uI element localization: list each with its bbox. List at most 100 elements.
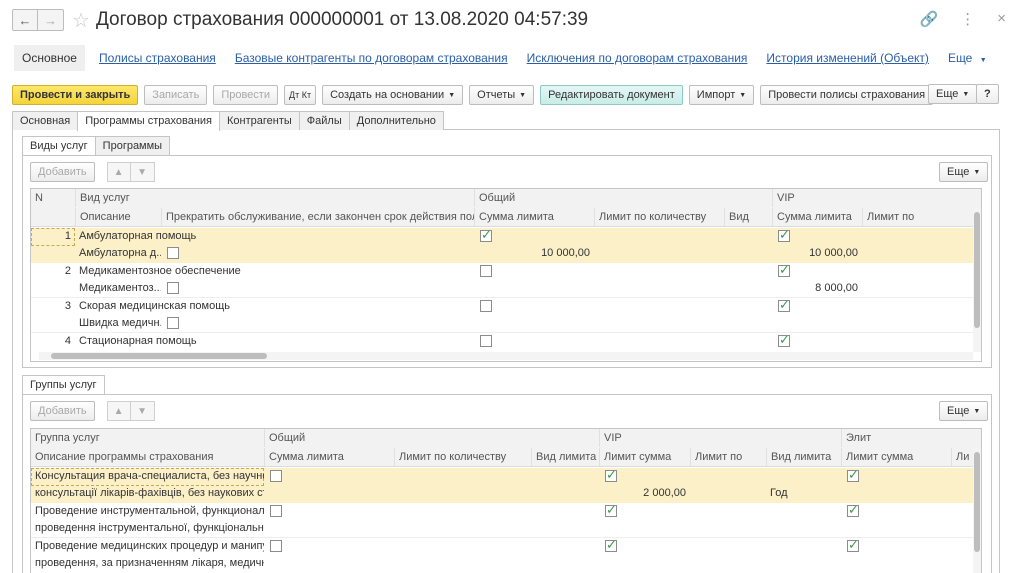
services-add-button[interactable]: Добавить — [30, 162, 95, 182]
nav-exceptions[interactable]: Исключения по договорам страхования — [527, 51, 748, 65]
groups-add-button[interactable]: Добавить — [30, 401, 95, 421]
subtab-service-groups[interactable]: Группы услуг — [22, 375, 105, 395]
col-general[interactable]: Общий — [474, 189, 772, 207]
general-checkbox[interactable] — [480, 265, 492, 277]
vip-checkbox[interactable] — [778, 227, 790, 243]
table-row[interactable]: 2 Медикаментозное обеспечение Медикамент… — [31, 262, 981, 298]
col-group[interactable]: Группа услуг — [31, 429, 264, 447]
vip-checkbox[interactable] — [778, 332, 790, 348]
elite-checkbox[interactable] — [847, 467, 859, 483]
table-row[interactable]: 1 Амбулаторная помощь Амбулаторна д... 1… — [31, 227, 981, 263]
col-service-type[interactable]: Вид услуг — [75, 189, 474, 207]
edit-document-button[interactable]: Редактировать документ — [540, 85, 683, 105]
col-general[interactable]: Общий — [264, 429, 599, 447]
groups-more-button[interactable]: Еще ▼ — [939, 401, 989, 421]
general-checkbox[interactable] — [480, 300, 492, 312]
col-vip-qty[interactable]: Лимит по — [690, 448, 766, 466]
dtkt-button[interactable]: Дт Кт — [283, 85, 317, 105]
help-button[interactable]: ? — [976, 84, 999, 104]
nav-history[interactable]: История изменений (Объект) — [766, 51, 929, 65]
col-general-kind[interactable]: Вид — [724, 208, 772, 226]
general-checkbox[interactable] — [270, 505, 282, 517]
move-down-icon[interactable]: ▼ — [130, 162, 155, 182]
tab-counterparties[interactable]: Контрагенты — [219, 111, 300, 130]
reports-button[interactable]: Отчеты ▼ — [469, 85, 535, 105]
groups-vertical-scrollbar[interactable] — [973, 448, 981, 573]
stop-service-checkbox[interactable] — [167, 247, 179, 259]
stop-service-checkbox[interactable] — [167, 317, 179, 329]
elite-checkbox[interactable] — [847, 537, 859, 553]
general-checkbox[interactable] — [270, 470, 282, 482]
col-general-sum[interactable]: Сумма лимита — [264, 448, 394, 466]
col-vip[interactable]: VIP — [772, 189, 981, 207]
table-row[interactable]: Консультация врача-специалиста, без науч… — [31, 467, 981, 503]
vip-checkbox[interactable] — [778, 297, 790, 313]
vip-checkbox[interactable] — [605, 467, 617, 483]
general-checkbox[interactable] — [480, 335, 492, 347]
col-elite[interactable]: Элит — [841, 429, 981, 447]
nav-policies[interactable]: Полисы страхования — [99, 51, 216, 65]
tab-basic[interactable]: Основная — [12, 111, 79, 130]
col-vip-sum[interactable]: Сумма лимита — [772, 208, 862, 226]
services-vertical-scrollbar[interactable] — [973, 208, 981, 352]
toolbar-more-button[interactable]: Еще ▼ — [928, 84, 978, 104]
services-table: N Вид услуг Общий VIP Описание Прекратит… — [30, 188, 982, 362]
post-and-close-button[interactable]: Провести и закрыть — [12, 85, 139, 105]
star-icon[interactable]: ☆ — [72, 8, 90, 33]
col-program-description[interactable]: Описание программы страхования — [31, 448, 264, 466]
save-button[interactable]: Записать — [144, 85, 208, 105]
col-vip-sum[interactable]: Лимит сумма — [599, 448, 690, 466]
more-vertical-icon[interactable]: ⋮ — [960, 10, 975, 28]
elite-checkbox[interactable] — [847, 502, 859, 518]
arrow-right-icon[interactable]: → — [38, 9, 64, 31]
general-checkbox[interactable] — [480, 227, 492, 243]
col-vip-qty[interactable]: Лимит по — [862, 208, 972, 226]
services-toolbar: Добавить ▲ ▼ — [30, 162, 155, 182]
table-row[interactable]: Проведение инструментальной, функциональ… — [31, 502, 981, 538]
col-vip-kind[interactable]: Вид лимита — [766, 448, 841, 466]
move-up-icon[interactable]: ▲ — [106, 162, 131, 182]
col-stop-service[interactable]: Прекратить обслуживание, если закончен с… — [161, 208, 474, 226]
services-horizontal-scrollbar[interactable] — [39, 352, 973, 360]
nav-more[interactable]: Еще ▼ — [948, 51, 987, 65]
tab-files[interactable]: Файлы — [298, 111, 350, 130]
table-row[interactable]: Проведение медицинских процедур и манипу… — [31, 537, 981, 573]
post-policies-button[interactable]: Провести полисы страхования — [760, 85, 934, 105]
move-down-icon[interactable]: ▼ — [130, 401, 155, 421]
nav-main[interactable]: Основное — [14, 45, 85, 71]
services-more-button[interactable]: Еще ▼ — [939, 162, 989, 182]
vip-checkbox[interactable] — [605, 502, 617, 518]
table-row[interactable]: 4 Стационарная помощь — [31, 332, 981, 351]
nav-base-counterparties[interactable]: Базовые контрагенты по договорам страхов… — [235, 51, 508, 65]
col-elite-sum[interactable]: Лимит сумма — [841, 448, 951, 466]
subtab-programs[interactable]: Программы — [94, 136, 171, 156]
col-general-qty[interactable]: Лимит по количеству — [594, 208, 724, 226]
col-general-qty[interactable]: Лимит по количеству — [394, 448, 531, 466]
close-icon[interactable]: × — [997, 10, 1006, 28]
tab-programs[interactable]: Программы страхования — [77, 111, 221, 131]
vip-checkbox[interactable] — [605, 537, 617, 553]
link-icon[interactable]: 🔗 — [920, 10, 939, 28]
general-checkbox[interactable] — [270, 540, 282, 552]
col-elite-qty[interactable]: Ли — [951, 448, 973, 466]
post-button[interactable]: Провести — [213, 85, 278, 105]
subtab-service-types[interactable]: Виды услуг — [22, 136, 96, 156]
table-row[interactable]: 3 Скорая медицинская помощь Швидка медич… — [31, 297, 981, 333]
col-general-sum[interactable]: Сумма лимита — [474, 208, 594, 226]
col-general-kind[interactable]: Вид лимита — [531, 448, 599, 466]
tab-additional[interactable]: Дополнительно — [348, 111, 444, 130]
vip-checkbox[interactable] — [778, 262, 790, 278]
import-button[interactable]: Импорт ▼ — [688, 85, 755, 105]
row-number: 2 — [64, 265, 71, 277]
create-based-button[interactable]: Создать на основании ▼ — [322, 85, 464, 105]
vip-sum: 2 000,00 — [643, 487, 686, 499]
col-description[interactable]: Описание — [75, 208, 161, 226]
stop-service-checkbox[interactable] — [167, 282, 179, 294]
vip-sum: 10 000,00 — [809, 247, 858, 259]
col-n[interactable]: N — [31, 189, 75, 227]
col-vip[interactable]: VIP — [599, 429, 841, 447]
group-description: проведення, за призначенням лікаря, меди… — [35, 557, 264, 569]
arrow-left-icon[interactable]: ← — [12, 9, 38, 31]
vip-sum: 8 000,00 — [815, 282, 858, 294]
move-up-icon[interactable]: ▲ — [106, 401, 131, 421]
